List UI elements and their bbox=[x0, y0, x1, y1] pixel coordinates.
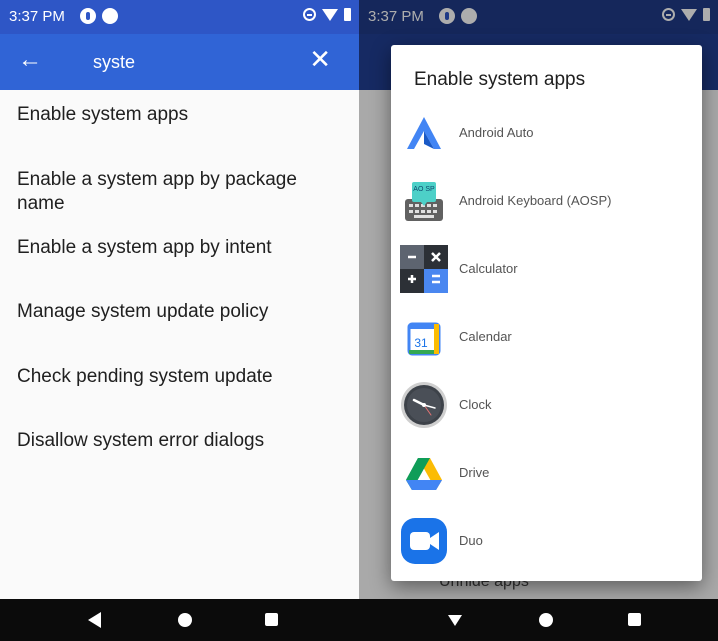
wifi-icon bbox=[322, 8, 338, 21]
result-enable-system-app-by-package-name[interactable]: Enable a system app by package name bbox=[17, 168, 337, 216]
enable-system-apps-dialog: Enable system apps Android Auto AO SP An… bbox=[391, 45, 702, 581]
battery-icon bbox=[344, 8, 351, 21]
drive-icon bbox=[406, 458, 442, 490]
app-name: Calculator bbox=[459, 261, 518, 276]
navigation-bar bbox=[359, 599, 718, 641]
app-name: Clock bbox=[459, 397, 492, 412]
app-name: Android Keyboard (AOSP) bbox=[459, 193, 612, 208]
app-item-android-keyboard[interactable]: AO SP Android Keyboard (AOSP) bbox=[391, 167, 702, 235]
dialog-screen: 3:37 PM Unhide apps Enable system apps A… bbox=[359, 0, 718, 641]
status-bar: 3:37 PM bbox=[0, 0, 359, 34]
nav-recent-apps-icon[interactable] bbox=[265, 613, 278, 626]
calculator-icon bbox=[400, 245, 448, 293]
result-enable-system-app-by-intent[interactable]: Enable a system app by intent bbox=[17, 236, 337, 260]
navigation-bar bbox=[0, 599, 359, 641]
result-disallow-system-error-dialogs[interactable]: Disallow system error dialogs bbox=[17, 429, 337, 453]
nav-home-icon[interactable] bbox=[539, 613, 553, 627]
app-item-drive[interactable]: Drive bbox=[391, 439, 702, 507]
app-item-duo[interactable]: Duo bbox=[391, 507, 702, 575]
app-name: Android Auto bbox=[459, 125, 534, 140]
result-check-pending-system-update[interactable]: Check pending system update bbox=[17, 365, 337, 389]
do-not-disturb-icon bbox=[303, 8, 316, 21]
keyboard-icon-text: AO SP bbox=[413, 186, 435, 193]
notification-icon bbox=[80, 8, 96, 24]
app-item-android-auto[interactable]: Android Auto bbox=[391, 99, 702, 167]
dialog-title: Enable system apps bbox=[414, 69, 586, 90]
nav-back-down-icon[interactable] bbox=[448, 615, 462, 626]
app-name: Drive bbox=[459, 465, 490, 480]
status-time: 3:37 PM bbox=[9, 8, 65, 25]
search-input[interactable]: syste bbox=[93, 52, 135, 73]
nav-recent-apps-icon[interactable] bbox=[628, 613, 641, 626]
android-auto-icon bbox=[407, 117, 441, 149]
result-enable-system-apps[interactable]: Enable system apps bbox=[17, 103, 337, 127]
duo-icon bbox=[401, 518, 447, 564]
nav-back-icon[interactable] bbox=[88, 612, 101, 628]
app-name: Calendar bbox=[459, 329, 512, 344]
calendar-icon-date: 31 bbox=[414, 336, 428, 350]
circle-icon bbox=[102, 8, 118, 24]
app-item-calculator[interactable]: Calculator bbox=[391, 235, 702, 303]
back-arrow-icon[interactable]: ← bbox=[18, 48, 42, 72]
search-app-bar: ← syste ✕ bbox=[0, 34, 359, 90]
clock-icon bbox=[401, 382, 447, 428]
nav-home-icon[interactable] bbox=[178, 613, 192, 627]
clear-search-icon[interactable]: ✕ bbox=[309, 46, 331, 72]
app-name: Duo bbox=[459, 533, 483, 548]
result-manage-system-update-policy[interactable]: Manage system update policy bbox=[17, 300, 337, 324]
app-item-clock[interactable]: Clock bbox=[391, 371, 702, 439]
keyboard-icon: AO SP bbox=[405, 182, 443, 221]
calendar-icon: 31 bbox=[407, 322, 441, 356]
app-item-calendar[interactable]: 31 Calendar bbox=[391, 303, 702, 371]
search-screen: 3:37 PM ← syste ✕ Enable system apps Ena… bbox=[0, 0, 359, 641]
